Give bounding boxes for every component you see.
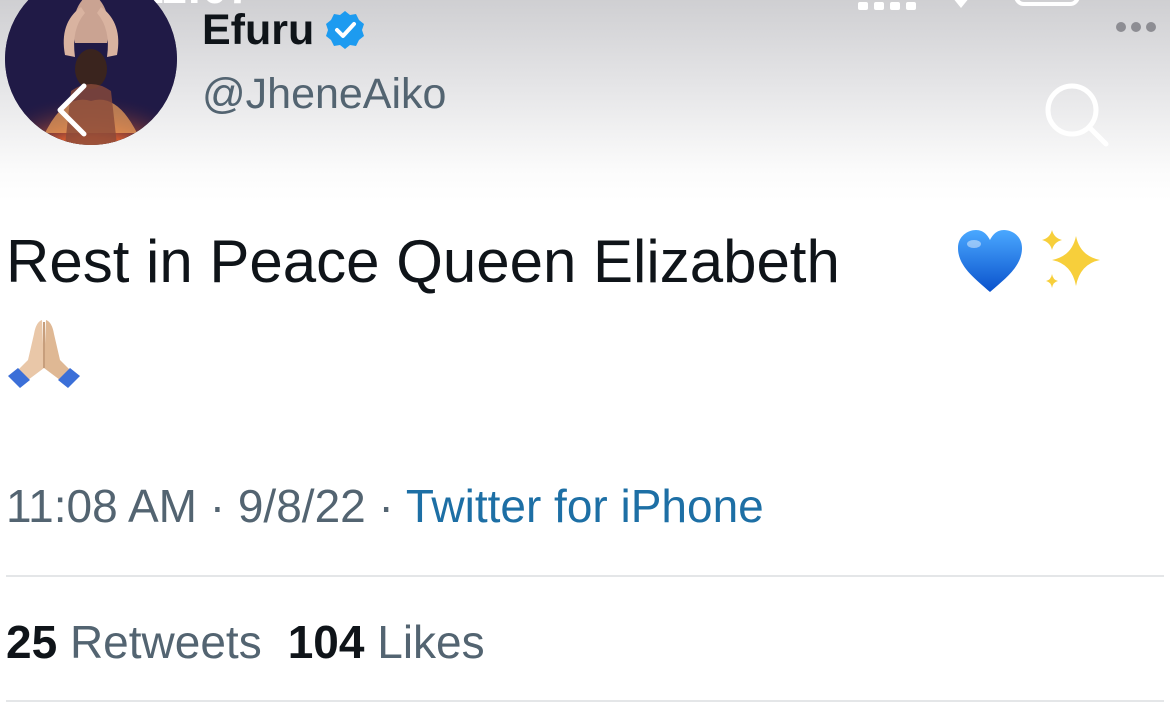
header-backdrop [0, 0, 1170, 200]
wifi-icon [954, 0, 968, 8]
back-chevron-icon[interactable] [52, 82, 92, 138]
display-name-text: Efuru [202, 6, 315, 54]
signal-icon [858, 0, 918, 10]
more-options-icon[interactable] [1116, 22, 1156, 32]
tweet-time: 11:08 AM [6, 480, 197, 532]
search-icon[interactable] [1040, 78, 1114, 152]
retweets-stat[interactable]: 25 Retweets [6, 616, 262, 668]
tweet-text: Rest in Peace Queen Elizabeth [6, 228, 840, 295]
verified-badge-icon [326, 11, 365, 49]
meta-separator: · [209, 480, 226, 532]
likes-stat[interactable]: 104 Likes [288, 616, 485, 668]
divider [6, 575, 1164, 577]
likes-label: Likes [377, 616, 485, 668]
meta-separator: · [378, 480, 394, 532]
retweets-label: Retweets [69, 616, 262, 668]
sparkles-emoji-icon [1042, 230, 1100, 288]
tweet-detail-screen: 11:07 E [0, 0, 1170, 705]
retweets-count: 25 [6, 616, 58, 668]
tweet-stats: 25 Retweets 104 Likes [6, 614, 485, 670]
divider [6, 700, 1164, 702]
battery-icon [1014, 0, 1080, 6]
display-name[interactable]: Efuru [202, 4, 366, 56]
tweet-date: 9/8/22 [237, 480, 366, 532]
likes-count: 104 [287, 616, 365, 668]
user-handle[interactable]: @JheneAiko [202, 68, 446, 120]
tweet-meta: 11:08 AM · 9/8/22 · Twitter for iPhone [6, 478, 764, 534]
folded-hands-emoji-icon [8, 320, 80, 388]
blue-heart-emoji-icon [958, 230, 1022, 292]
tweet-source-link[interactable]: Twitter for iPhone [406, 480, 764, 532]
